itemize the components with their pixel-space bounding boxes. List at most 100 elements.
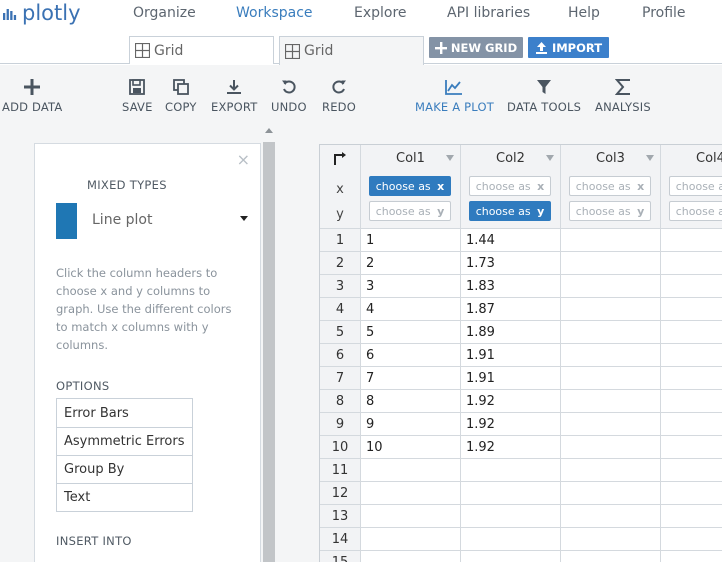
undo-button[interactable]: UNDO bbox=[271, 77, 307, 114]
plotly-logo[interactable]: plotly bbox=[2, 0, 81, 26]
option-group-by[interactable]: Group By bbox=[57, 455, 192, 483]
grid-cell[interactable]: 1.91 bbox=[461, 344, 561, 367]
grid-cell[interactable] bbox=[661, 367, 722, 390]
grid-cell[interactable] bbox=[661, 436, 722, 459]
nav-workspace[interactable]: Workspace bbox=[236, 5, 313, 21]
data-tools-button[interactable]: DATA TOOLS bbox=[507, 77, 581, 114]
grid-cell[interactable]: 1.92 bbox=[461, 413, 561, 436]
row-number[interactable]: 6 bbox=[320, 344, 361, 367]
swap-axes-icon[interactable] bbox=[333, 152, 347, 166]
choose-as-y-button[interactable]: choose as y bbox=[569, 201, 651, 221]
row-number[interactable]: 1 bbox=[320, 229, 361, 252]
analysis-button[interactable]: ANALYSIS bbox=[595, 77, 651, 114]
grid-cell[interactable]: 5 bbox=[361, 321, 461, 344]
grid-cell[interactable] bbox=[461, 482, 561, 505]
grid-cell[interactable] bbox=[461, 551, 561, 562]
new-grid-button[interactable]: NEW GRID bbox=[429, 37, 523, 58]
grid-cell[interactable] bbox=[661, 551, 722, 562]
grid-cell[interactable] bbox=[561, 459, 661, 482]
choose-as-x-button[interactable]: choose as x bbox=[469, 176, 551, 196]
row-number[interactable]: 4 bbox=[320, 298, 361, 321]
column-header[interactable]: Col2 choose as x choose as y bbox=[461, 145, 561, 229]
grid-cell[interactable] bbox=[361, 551, 461, 562]
grid-cell[interactable] bbox=[661, 459, 722, 482]
row-number[interactable]: 15 bbox=[320, 551, 361, 562]
grid-cell[interactable] bbox=[661, 321, 722, 344]
row-number[interactable]: 10 bbox=[320, 436, 361, 459]
column-header[interactable]: Col3 choose as x choose as y bbox=[561, 145, 661, 229]
grid-cell[interactable]: 1.92 bbox=[461, 390, 561, 413]
grid-cell[interactable]: 8 bbox=[361, 390, 461, 413]
grid-cell[interactable]: 1.44 bbox=[461, 229, 561, 252]
grid-cell[interactable] bbox=[561, 436, 661, 459]
grid-cell[interactable] bbox=[561, 413, 661, 436]
grid-cell[interactable] bbox=[361, 505, 461, 528]
choose-as-x-button[interactable]: choose as x bbox=[369, 176, 451, 196]
row-number[interactable]: 14 bbox=[320, 528, 361, 551]
grid-cell[interactable]: 1.89 bbox=[461, 321, 561, 344]
grid-cell[interactable] bbox=[561, 344, 661, 367]
grid-cell[interactable]: 10 bbox=[361, 436, 461, 459]
choose-as-x-button[interactable]: choose as x bbox=[569, 176, 651, 196]
scroll-up-icon[interactable] bbox=[265, 128, 273, 133]
row-number[interactable]: 11 bbox=[320, 459, 361, 482]
close-icon[interactable]: × bbox=[237, 150, 250, 169]
nav-help[interactable]: Help bbox=[568, 5, 600, 21]
grid-cell[interactable]: 1.92 bbox=[461, 436, 561, 459]
grid-cell[interactable] bbox=[661, 344, 722, 367]
import-button[interactable]: IMPORT bbox=[528, 37, 609, 58]
grid-cell[interactable] bbox=[661, 252, 722, 275]
grid-cell[interactable]: 1.73 bbox=[461, 252, 561, 275]
column-header[interactable]: Col1 choose as x choose as y bbox=[361, 145, 461, 229]
grid-cell[interactable] bbox=[561, 528, 661, 551]
nav-explore[interactable]: Explore bbox=[354, 5, 407, 21]
grid-cell[interactable] bbox=[561, 275, 661, 298]
grid-cell[interactable]: 7 bbox=[361, 367, 461, 390]
grid-cell[interactable] bbox=[661, 505, 722, 528]
row-number[interactable]: 9 bbox=[320, 413, 361, 436]
copy-button[interactable]: COPY bbox=[165, 77, 197, 114]
grid-cell[interactable] bbox=[661, 390, 722, 413]
choose-as-y-button[interactable]: choose as y bbox=[669, 201, 722, 221]
grid-cell[interactable] bbox=[561, 298, 661, 321]
grid-cell[interactable]: 1.87 bbox=[461, 298, 561, 321]
grid-cell[interactable] bbox=[561, 551, 661, 562]
option-asymmetric-errors[interactable]: Asymmetric Errors bbox=[57, 427, 192, 455]
redo-button[interactable]: REDO bbox=[322, 77, 356, 114]
grid-cell[interactable] bbox=[661, 229, 722, 252]
option-error-bars[interactable]: Error Bars bbox=[57, 399, 192, 427]
grid-cell[interactable]: 1.83 bbox=[461, 275, 561, 298]
grid-cell[interactable] bbox=[461, 459, 561, 482]
grid-cell[interactable] bbox=[561, 229, 661, 252]
row-number[interactable]: 5 bbox=[320, 321, 361, 344]
grid-cell[interactable] bbox=[561, 390, 661, 413]
grid-cell[interactable] bbox=[361, 482, 461, 505]
trace-color-swatch[interactable] bbox=[56, 203, 77, 239]
nav-profile[interactable]: Profile bbox=[642, 5, 686, 21]
grid-cell[interactable] bbox=[461, 528, 561, 551]
row-number[interactable]: 2 bbox=[320, 252, 361, 275]
grid-cell[interactable]: 1.91 bbox=[461, 367, 561, 390]
choose-as-y-button[interactable]: choose as y bbox=[369, 201, 451, 221]
grid-cell[interactable]: 1 bbox=[361, 229, 461, 252]
nav-organize[interactable]: Organize bbox=[133, 5, 196, 21]
grid-cell[interactable]: 6 bbox=[361, 344, 461, 367]
make-a-plot-button[interactable]: MAKE A PLOT bbox=[415, 77, 494, 114]
export-button[interactable]: EXPORT bbox=[211, 77, 258, 114]
grid-cell[interactable]: 2 bbox=[361, 252, 461, 275]
grid-cell[interactable] bbox=[561, 367, 661, 390]
grid-cell[interactable] bbox=[661, 482, 722, 505]
plot-type-select[interactable]: Line plot bbox=[92, 212, 252, 228]
grid-cell[interactable] bbox=[561, 252, 661, 275]
row-number[interactable]: 7 bbox=[320, 367, 361, 390]
column-header[interactable]: Col4 choose as x choose as y bbox=[661, 145, 722, 229]
tab-grid-1[interactable]: Grid bbox=[129, 36, 274, 64]
grid-cell[interactable]: 4 bbox=[361, 298, 461, 321]
grid-cell[interactable] bbox=[361, 528, 461, 551]
tab-grid-2[interactable]: Grid bbox=[279, 36, 424, 65]
panel-scrollbar[interactable] bbox=[263, 128, 275, 562]
grid-cell[interactable] bbox=[461, 505, 561, 528]
save-button[interactable]: SAVE bbox=[122, 77, 153, 114]
row-number[interactable]: 13 bbox=[320, 505, 361, 528]
grid-cell[interactable] bbox=[661, 275, 722, 298]
